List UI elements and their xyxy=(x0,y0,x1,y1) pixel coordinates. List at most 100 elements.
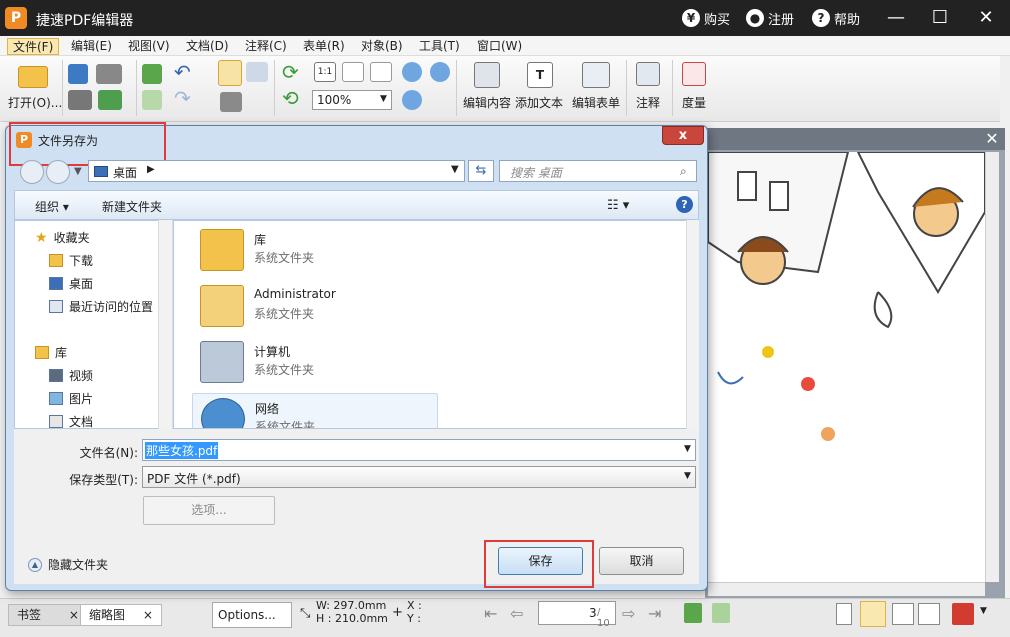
edit-content-icon[interactable] xyxy=(474,62,500,88)
new-folder-button[interactable]: 新建文件夹 xyxy=(102,198,162,215)
document-vertical-scrollbar[interactable] xyxy=(985,152,999,582)
address-bar[interactable]: 桌面 ▶ ▼ xyxy=(88,160,465,182)
prev-view-icon[interactable] xyxy=(684,603,702,623)
nav-item-pictures[interactable]: 图片 xyxy=(49,390,93,407)
dialog-close-button[interactable]: x xyxy=(662,126,704,145)
menu-view[interactable]: 视图(V) xyxy=(123,38,175,55)
zoom-select[interactable]: 100% ▼ xyxy=(312,90,392,110)
menu-window[interactable]: 窗口(W) xyxy=(472,38,527,55)
tab-thumbnails[interactable]: 缩略图 × xyxy=(80,604,162,626)
next-page-icon[interactable]: ⇨ xyxy=(622,604,635,623)
actual-size-icon[interactable]: 1:1 xyxy=(314,62,336,82)
open-button[interactable] xyxy=(16,64,48,90)
file-list-scrollbar[interactable] xyxy=(686,220,699,429)
add-text-label[interactable]: 添加文本 xyxy=(515,94,563,111)
minimize-button[interactable]: — xyxy=(882,6,910,30)
chevron-down-icon[interactable]: ▼ xyxy=(451,164,459,175)
nav-item-desktop[interactable]: 桌面 xyxy=(49,275,93,292)
edit-form-label[interactable]: 编辑表单 xyxy=(572,94,620,111)
email-icon[interactable] xyxy=(98,90,122,110)
document-page[interactable] xyxy=(708,152,985,584)
single-page-icon[interactable] xyxy=(836,603,852,625)
measure-label[interactable]: 度量 xyxy=(682,94,706,111)
zoom-in-icon[interactable] xyxy=(402,62,422,82)
hand-tool-icon[interactable] xyxy=(218,60,242,86)
refresh-button[interactable]: ⇆ xyxy=(468,160,494,182)
export-icon[interactable] xyxy=(142,90,162,110)
buy-button[interactable]: ¥ 购买 xyxy=(682,8,730,28)
chevron-down-icon[interactable]: ▼ xyxy=(980,606,987,616)
undo-icon[interactable]: ↶ xyxy=(174,62,200,82)
rotate-cw-icon[interactable]: ⟳ xyxy=(282,62,302,82)
list-item-network[interactable]: 网络 系统文件夹 xyxy=(192,393,438,428)
continuous-facing-icon[interactable] xyxy=(918,603,940,625)
menu-object[interactable]: 对象(B) xyxy=(356,38,408,55)
page-number-input[interactable]: 3 / 10 xyxy=(538,601,616,629)
history-chevron-icon[interactable]: ▼ xyxy=(74,166,82,177)
save-icon[interactable] xyxy=(68,64,88,84)
edit-content-label[interactable]: 编辑内容 xyxy=(463,94,511,111)
search-input[interactable]: 搜索 桌面 ⌕ xyxy=(499,160,697,182)
nav-item-libraries[interactable]: 库 xyxy=(35,344,67,361)
redo-icon[interactable]: ↷ xyxy=(174,88,200,108)
document-horizontal-scrollbar[interactable] xyxy=(708,582,985,596)
measure-icon[interactable] xyxy=(682,62,706,86)
menu-form[interactable]: 表单(R) xyxy=(298,38,350,55)
print-icon[interactable] xyxy=(68,90,92,110)
list-item-administrator[interactable]: Administrator 系统文件夹 xyxy=(192,281,438,333)
close-document-icon[interactable]: ✕ xyxy=(983,130,1001,148)
organize-button[interactable]: 组织 ▾ xyxy=(35,198,69,215)
chevron-down-icon[interactable]: ▼ xyxy=(684,444,691,454)
hide-folders-toggle[interactable]: ▲ 隐藏文件夹 xyxy=(28,556,108,573)
maximize-button[interactable]: ☐ xyxy=(926,6,954,30)
zoom-tool-icon[interactable] xyxy=(402,90,422,110)
nav-item-recent[interactable]: 最近访问的位置 xyxy=(49,298,153,315)
snapshot-icon[interactable] xyxy=(220,92,242,112)
rotate-ccw-icon[interactable]: ⟲ xyxy=(282,88,302,108)
register-button[interactable]: ● 注册 xyxy=(746,8,794,28)
close-icon[interactable]: × xyxy=(143,608,153,622)
fit-page-icon[interactable] xyxy=(342,62,364,82)
edit-form-icon[interactable] xyxy=(582,62,610,88)
options-dropdown[interactable]: Options... ▼ xyxy=(212,602,292,637)
print-setup-icon[interactable] xyxy=(96,64,122,84)
nav-item-videos[interactable]: 视频 xyxy=(49,367,93,384)
back-button[interactable] xyxy=(20,160,44,184)
menu-edit[interactable]: 编辑(E) xyxy=(66,38,117,55)
list-item-library[interactable]: 库 系统文件夹 xyxy=(192,225,438,277)
filename-input[interactable]: 那些女孩.pdf ▼ xyxy=(142,439,696,461)
pdf-icon[interactable] xyxy=(952,603,974,625)
menu-document[interactable]: 文档(D) xyxy=(181,38,234,55)
annotate-label[interactable]: 注释 xyxy=(636,94,660,111)
zoom-out-icon[interactable] xyxy=(430,62,450,82)
first-page-icon[interactable]: ⇤ xyxy=(484,604,497,623)
tab-bookmarks[interactable]: 书签 × xyxy=(8,604,88,626)
continuous-page-icon[interactable] xyxy=(860,601,886,627)
select-text-icon[interactable] xyxy=(246,62,268,82)
previous-page-icon[interactable]: ⇦ xyxy=(510,604,523,623)
add-text-icon[interactable]: T xyxy=(527,62,553,88)
facing-pages-icon[interactable] xyxy=(892,603,914,625)
next-view-icon[interactable] xyxy=(712,603,730,623)
last-page-icon[interactable]: ⇥ xyxy=(648,604,661,623)
view-options-icon[interactable]: ☷ ▾ xyxy=(607,198,629,213)
cancel-button[interactable]: 取消 xyxy=(599,547,684,575)
list-item-computer[interactable]: 计算机 系统文件夹 xyxy=(192,337,438,389)
forward-button[interactable] xyxy=(46,160,70,184)
close-icon[interactable]: × xyxy=(69,608,79,622)
menu-tools[interactable]: 工具(T) xyxy=(414,38,465,55)
navigation-scrollbar[interactable] xyxy=(158,220,172,429)
nav-item-downloads[interactable]: 下载 xyxy=(49,252,93,269)
breadcrumb-arrow-icon[interactable]: ▶ xyxy=(147,164,155,175)
menu-comment[interactable]: 注释(C) xyxy=(240,38,292,55)
nav-item-favorites[interactable]: ★ 收藏夹 xyxy=(35,229,90,246)
menu-file[interactable]: 文件(F) xyxy=(7,38,60,55)
close-window-button[interactable]: ✕ xyxy=(972,6,1000,30)
filetype-select[interactable]: PDF 文件 (*.pdf) ▼ xyxy=(142,466,696,488)
annotate-icon[interactable] xyxy=(636,62,660,86)
fit-width-icon[interactable] xyxy=(370,62,392,82)
import-icon[interactable] xyxy=(142,64,162,84)
open-label[interactable]: 打开(O)... xyxy=(8,94,62,111)
help-icon[interactable]: ? xyxy=(676,196,693,213)
options-button[interactable]: 选项... xyxy=(143,496,275,525)
